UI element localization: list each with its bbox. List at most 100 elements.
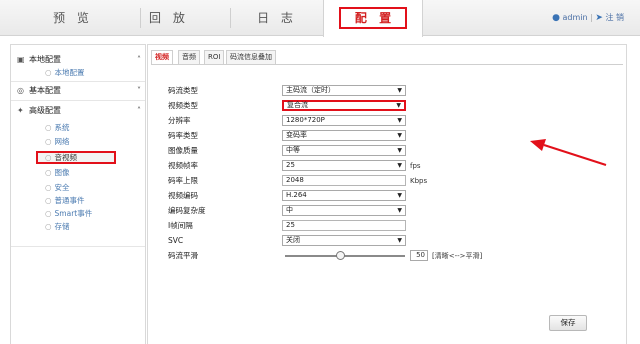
select-value: 中 [286,206,293,214]
dropdown-arrow-icon: ▼ [397,237,402,244]
select-svc[interactable]: 关闭 ▼ [282,235,406,246]
sidebar-item-network[interactable]: ○ 网络 [45,136,70,148]
sidebar-item-local[interactable]: ○ 本地配置 [45,67,85,79]
bullet-icon: ○ [45,222,52,231]
input-iframe-interval[interactable]: 25 [282,220,406,231]
username[interactable]: admin [562,13,587,22]
tab-underline [151,64,623,65]
row-svc: SVC 关闭 ▼ [168,235,568,247]
sidebar-section-advanced[interactable]: ✦ 高级配置 ˄ [17,104,143,118]
row-complexity: 编码复杂度 中 ▼ [168,205,568,217]
sidebar-item-storage[interactable]: ○ 存储 [45,221,70,233]
dropdown-arrow-icon: ▼ [397,207,402,214]
tab-log[interactable]: 日 志 [231,0,323,36]
tab-preview[interactable]: 预 览 [8,0,138,36]
sidebar-item-label: 普通事件 [54,196,85,205]
sidebar-item-basic-event[interactable]: ○ 普通事件 [45,195,85,207]
save-button[interactable]: 保存 [549,315,587,331]
sidebar-item-security[interactable]: ○ 安全 [45,182,70,194]
smoothing-hint: [清晰<-->平滑] [432,252,483,260]
select-stream-type[interactable]: 主码流（定时） ▼ [282,85,406,96]
sidebar-item-label: 安全 [54,183,70,192]
label-bitrate-type: 码率类型 [168,131,198,140]
label-bitrate-max: 码率上限 [168,176,198,185]
smoothing-slider-handle[interactable] [336,251,345,260]
sidebar-section-label: 高级配置 [29,106,61,115]
select-image-quality[interactable]: 中等 ▼ [282,145,406,156]
divider [11,81,145,82]
select-value: 1280*720P [286,116,325,124]
logout-icon: ➤ [595,13,603,23]
label-image-quality: 图像质量 [168,146,198,155]
dropdown-arrow-icon: ▼ [396,102,401,109]
logout-link[interactable]: 注 销 [605,13,624,22]
annotation-arrow [530,139,607,166]
sidebar-item-audio-video[interactable]: ○ 音视频 [36,151,116,164]
dropdown-arrow-icon: ▼ [397,162,402,169]
sidebar-section-local[interactable]: ▣ 本地配置 ˄ [17,53,143,67]
bullet-icon: ○ [45,209,52,218]
row-bitrate-type: 码率类型 变码率 ▼ [168,130,568,142]
tab-playback[interactable]: 回 放 [141,0,236,36]
select-value: 关闭 [286,236,300,244]
sidebar-item-label: 网络 [54,137,70,146]
select-resolution[interactable]: 1280*720P ▼ [282,115,406,126]
select-video-type[interactable]: 复合流 ▼ [282,100,406,111]
bullet-icon: ○ [45,183,52,192]
tab-video[interactable]: 视频 [151,50,173,64]
bullet-icon: ○ [45,137,52,146]
select-value: 25 [286,161,295,169]
chevron-up-icon: ˄ [137,106,141,115]
dropdown-arrow-icon: ▼ [397,117,402,124]
tab-config[interactable]: 配 置 [323,0,423,37]
select-value: H.264 [286,191,307,199]
row-frame-rate: 视频帧率 25 ▼ fps [168,160,568,172]
dropdown-arrow-icon: ▼ [397,87,402,94]
top-nav: 预 览 回 放 日 志 配 置 ● admin | ➤ 注 销 [0,0,640,37]
label-frame-rate: 视频帧率 [168,161,198,170]
label-resolution: 分辨率 [168,116,191,125]
tab-stream-overlay[interactable]: 码流信息叠加 [226,50,276,64]
chevron-down-icon: ˅ [137,86,141,95]
select-frame-rate[interactable]: 25 ▼ [282,160,406,171]
row-resolution: 分辨率 1280*720P ▼ [168,115,568,127]
row-video-type: 视频类型 复合流 ▼ [168,100,568,112]
sidebar: ▣ 本地配置 ˄ ○ 本地配置 ◎ 基本配置 ˅ ✦ 高级配置 ˄ ○ 系统 ○ 网络 ○ 音… [10,44,146,344]
tab-roi[interactable]: ROI [204,50,225,64]
bullet-icon: ○ [45,168,52,177]
row-smoothing: 码流平滑 50 [清晰<-->平滑] [168,250,568,262]
dropdown-arrow-icon: ▼ [397,147,402,154]
smoothing-slider-track[interactable] [285,255,405,257]
sidebar-section-basic[interactable]: ◎ 基本配置 ˅ [17,84,143,98]
sidebar-item-smart-event[interactable]: ○ Smart事件 [45,208,92,220]
select-encoding[interactable]: H.264 ▼ [282,190,406,201]
sidebar-section-label: 本地配置 [29,55,61,64]
input-smoothing-value[interactable]: 50 [410,250,428,261]
bullet-icon: ○ [45,123,52,132]
select-value: 复合流 [287,101,308,109]
sidebar-item-image[interactable]: ○ 图像 [45,167,70,179]
select-bitrate-type[interactable]: 变码率 ▼ [282,130,406,141]
sidebar-item-system[interactable]: ○ 系统 [45,122,70,134]
bullet-icon: ○ [45,196,52,205]
chevron-up-icon: ˄ [137,55,141,64]
select-value: 中等 [286,146,300,154]
select-value: 变码率 [286,131,307,139]
label-iframe-interval: I帧间隔 [168,221,193,230]
label-svc: SVC [168,236,184,245]
tab-audio[interactable]: 音频 [178,50,200,64]
dropdown-arrow-icon: ▼ [397,192,402,199]
input-bitrate-max[interactable]: 2048 [282,175,406,186]
sidebar-item-label: 本地配置 [54,68,85,77]
label-stream-type: 码流类型 [168,86,198,95]
select-value: 主码流（定时） [286,86,335,94]
wrench-icon: ✦ [17,106,24,115]
user-icon: ● [552,13,560,23]
user-area: ● admin | ➤ 注 销 [552,0,624,36]
globe-icon: ◎ [17,86,24,95]
select-complexity[interactable]: 中 ▼ [282,205,406,216]
label-encoding: 视频编码 [168,191,198,200]
divider [11,246,145,247]
sidebar-item-label: 图像 [54,168,70,177]
bullet-icon: ○ [45,153,52,162]
